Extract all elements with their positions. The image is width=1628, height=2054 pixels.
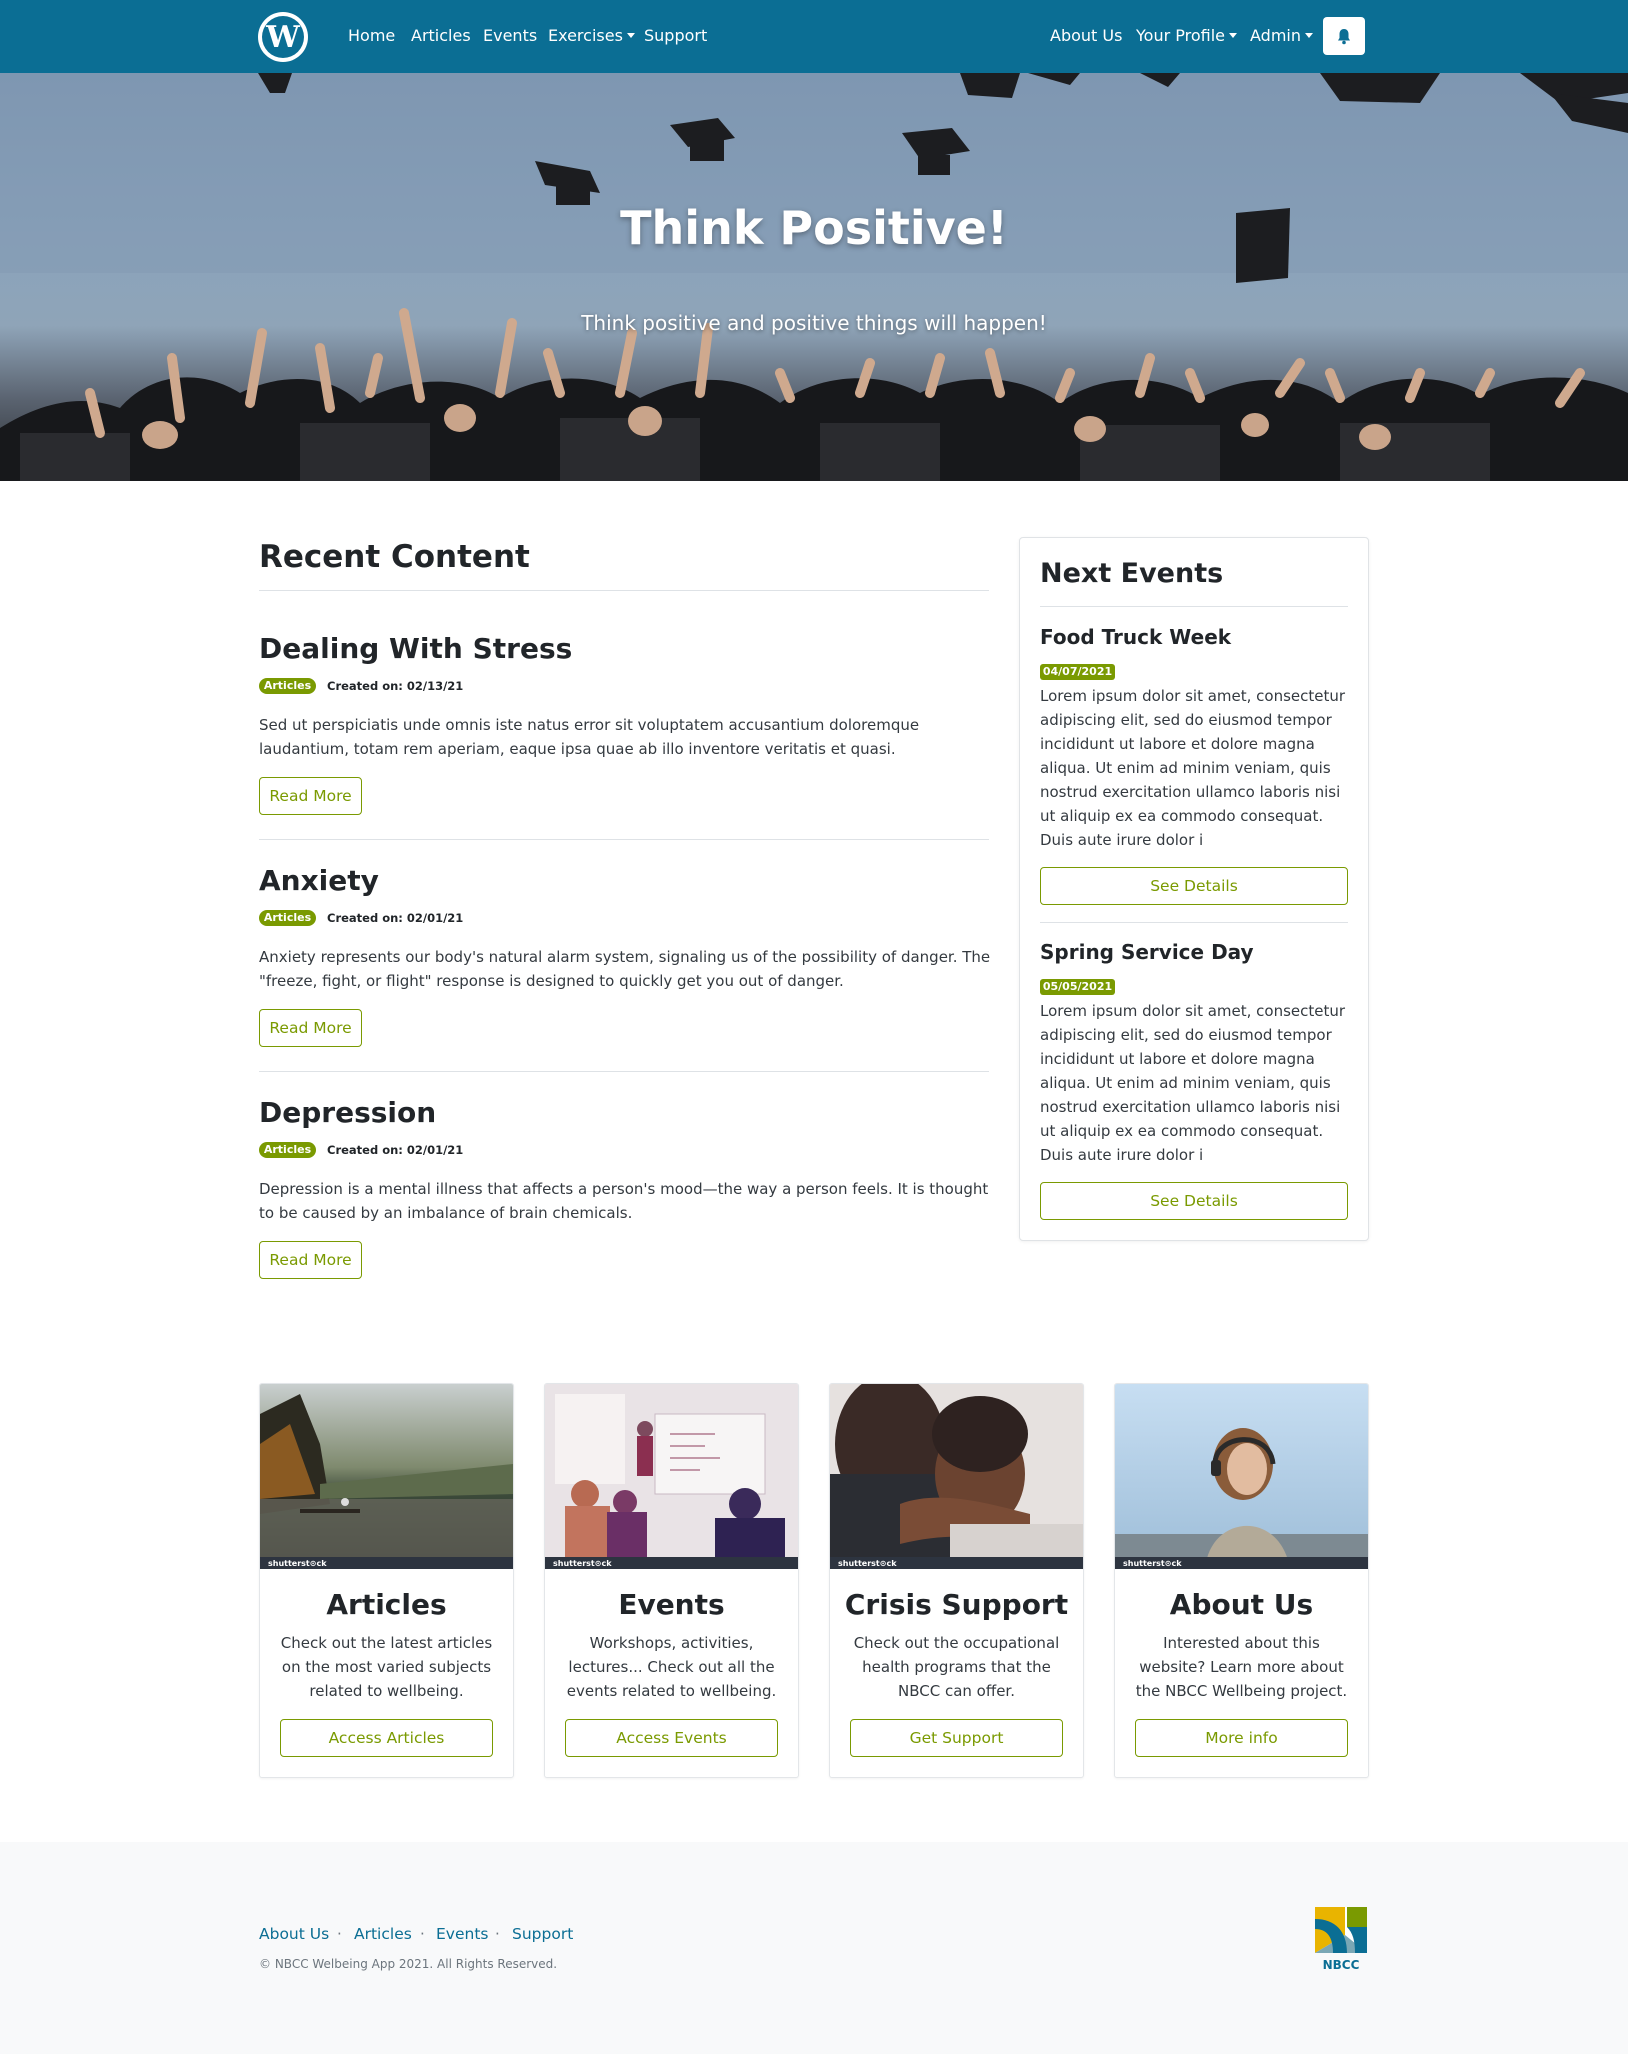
feature-description: Check out the latest articles on the mos… bbox=[280, 1634, 493, 1700]
top-navbar: W Home Articles Events Exercises Support… bbox=[0, 0, 1628, 73]
nav-about-us[interactable]: About Us bbox=[1050, 26, 1122, 46]
post-excerpt: Anxiety represents our body's natural al… bbox=[259, 948, 991, 990]
chevron-down-icon bbox=[1229, 33, 1237, 38]
read-more-button[interactable]: Read More bbox=[259, 1009, 362, 1047]
wordpress-logo-icon: W bbox=[262, 16, 304, 58]
nbcc-logo-text: NBCC bbox=[1323, 1958, 1360, 1972]
access-articles-button[interactable]: Access Articles bbox=[280, 1719, 493, 1757]
nav-profile-label: Your Profile bbox=[1136, 26, 1225, 45]
event-title[interactable]: Spring Service Day bbox=[1040, 939, 1254, 965]
nav-events[interactable]: Events bbox=[483, 26, 537, 46]
relaxing-music-image: shutterst⊙ck bbox=[1115, 1384, 1368, 1569]
nbcc-logo: NBCC bbox=[1313, 1905, 1369, 1975]
category-badge: Articles bbox=[259, 678, 316, 694]
post-title[interactable]: Depression bbox=[259, 1096, 436, 1130]
feature-title: Events bbox=[618, 1588, 725, 1621]
embrace-support-image: shutterst⊙ck bbox=[830, 1384, 1083, 1569]
hero-banner: Think Positive! Think positive and posit… bbox=[0, 73, 1628, 481]
nav-support[interactable]: Support bbox=[644, 26, 707, 46]
page-footer bbox=[0, 1842, 1628, 2054]
post-title[interactable]: Anxiety bbox=[259, 864, 379, 898]
feature-title: Articles bbox=[326, 1588, 447, 1621]
access-events-button[interactable]: Access Events bbox=[565, 1719, 778, 1757]
shutterstock-watermark: shutterst⊙ck bbox=[268, 1559, 327, 1568]
chevron-down-icon bbox=[626, 33, 635, 38]
shutterstock-watermark: shutterst⊙ck bbox=[1123, 1559, 1182, 1568]
feature-card-about-us: shutterst⊙ck About Us Interested about t… bbox=[1114, 1383, 1369, 1778]
notifications-button[interactable] bbox=[1323, 17, 1365, 55]
footer-link-support[interactable]: Support bbox=[512, 1924, 573, 1944]
site-logo[interactable]: W bbox=[258, 12, 308, 62]
footer-separator: · bbox=[420, 1925, 425, 1943]
nav-admin-dropdown[interactable]: Admin bbox=[1250, 26, 1313, 46]
workshop-presentation-image: shutterst⊙ck bbox=[545, 1384, 798, 1569]
footer-link-articles[interactable]: Articles bbox=[354, 1924, 412, 1944]
nav-home[interactable]: Home bbox=[348, 26, 395, 46]
feature-card-articles: shutterst⊙ck Articles Check out the late… bbox=[259, 1383, 514, 1778]
feature-description: Check out the occupational health progra… bbox=[853, 1634, 1060, 1700]
feature-title: Crisis Support bbox=[844, 1588, 1069, 1621]
read-more-button[interactable]: Read More bbox=[259, 1241, 362, 1279]
feature-description: Workshops, activities, lectures... Check… bbox=[566, 1634, 777, 1700]
footer-separator: · bbox=[495, 1925, 500, 1943]
feature-description: Interested about this website? Learn mor… bbox=[1135, 1634, 1348, 1700]
feature-card-crisis-support: shutterst⊙ck Crisis Support Check out th… bbox=[829, 1383, 1084, 1778]
event-title[interactable]: Food Truck Week bbox=[1040, 624, 1231, 650]
nav-articles[interactable]: Articles bbox=[411, 26, 471, 46]
post-excerpt: Sed ut perspiciatis unde omnis iste natu… bbox=[259, 716, 920, 758]
feature-card-events: shutterst⊙ck Events Workshops, activitie… bbox=[544, 1383, 799, 1778]
divider bbox=[259, 839, 989, 840]
post-title[interactable]: Dealing With Stress bbox=[259, 632, 572, 666]
read-more-button[interactable]: Read More bbox=[259, 777, 362, 815]
post-date: Created on: 02/01/21 bbox=[327, 1143, 464, 1157]
nav-exercises-label: Exercises bbox=[548, 26, 623, 45]
footer-link-events[interactable]: Events bbox=[436, 1924, 488, 1944]
event-date-badge: 04/07/2021 bbox=[1040, 664, 1115, 680]
category-badge: Articles bbox=[259, 1142, 316, 1158]
post-date: Created on: 02/13/21 bbox=[327, 679, 464, 693]
get-support-button[interactable]: Get Support bbox=[850, 1719, 1063, 1757]
footer-separator: · bbox=[337, 1925, 342, 1943]
divider bbox=[259, 1071, 989, 1072]
see-details-button[interactable]: See Details bbox=[1040, 867, 1348, 905]
post-excerpt: Depression is a mental illness that affe… bbox=[259, 1180, 989, 1222]
divider bbox=[259, 590, 989, 591]
shutterstock-watermark: shutterst⊙ck bbox=[838, 1559, 897, 1568]
chevron-down-icon bbox=[1305, 33, 1313, 38]
graduation-caps-photo bbox=[0, 73, 1628, 481]
category-badge: Articles bbox=[259, 910, 316, 926]
event-date-badge: 05/05/2021 bbox=[1040, 979, 1115, 995]
copyright-text: © NBCC Welbeing App 2021. All Rights Res… bbox=[259, 1957, 558, 1971]
nav-profile-dropdown[interactable]: Your Profile bbox=[1136, 26, 1237, 46]
feature-title: About Us bbox=[1169, 1588, 1314, 1621]
lake-meditation-image: shutterst⊙ck bbox=[260, 1384, 513, 1569]
nav-exercises-dropdown[interactable]: Exercises bbox=[548, 26, 635, 46]
next-events-heading: Next Events bbox=[1040, 558, 1224, 589]
bell-icon bbox=[1338, 28, 1350, 44]
nav-admin-label: Admin bbox=[1250, 26, 1301, 45]
hero-subtitle: Think positive and positive things will … bbox=[581, 311, 1047, 335]
hero-title: Think Positive! bbox=[620, 201, 1008, 255]
event-description: Lorem ipsum dolor sit amet, consectetur … bbox=[1040, 687, 1346, 849]
footer-link-about-us[interactable]: About Us bbox=[259, 1924, 329, 1944]
shutterstock-watermark: shutterst⊙ck bbox=[553, 1559, 612, 1568]
divider bbox=[1040, 606, 1348, 607]
divider bbox=[1040, 922, 1348, 923]
post-date: Created on: 02/01/21 bbox=[327, 911, 464, 925]
more-info-button[interactable]: More info bbox=[1135, 1719, 1348, 1757]
see-details-button[interactable]: See Details bbox=[1040, 1182, 1348, 1220]
event-description: Lorem ipsum dolor sit amet, consectetur … bbox=[1040, 1002, 1346, 1164]
recent-content-heading: Recent Content bbox=[259, 539, 530, 575]
